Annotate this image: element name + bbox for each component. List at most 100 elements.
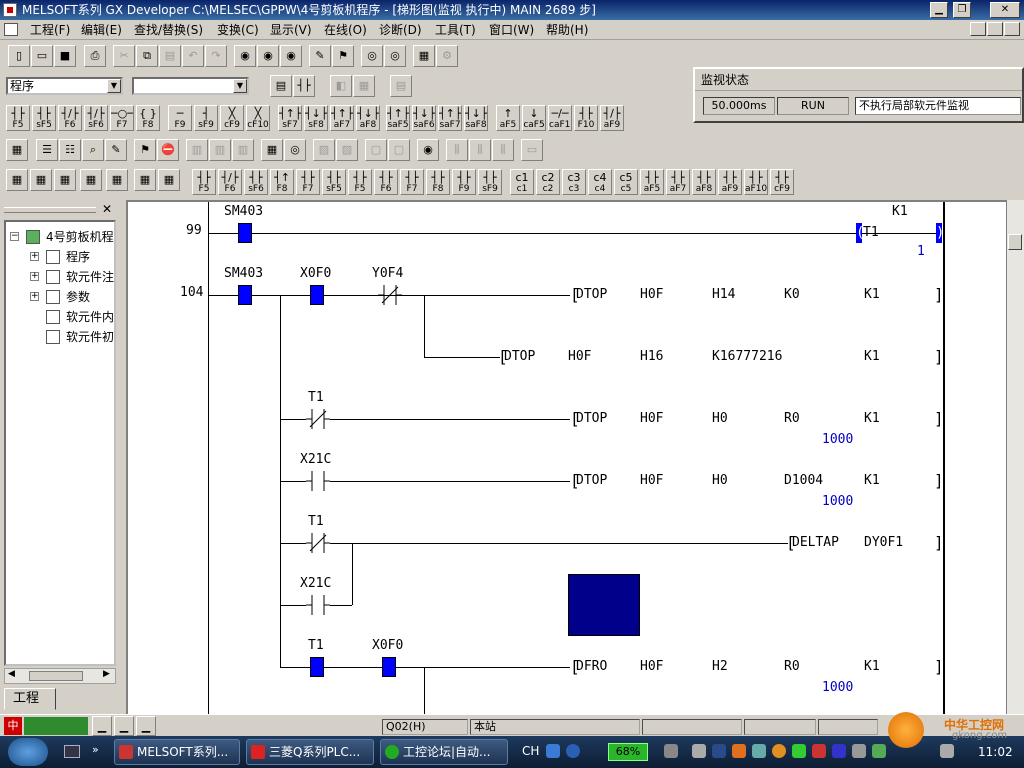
fkey-af9[interactable]: ┤├ aF9 <box>718 169 742 195</box>
ladder-view-icon[interactable]: ┤├ <box>293 75 315 97</box>
taskbar-item-melsoft[interactable]: MELSOFT系列... <box>114 739 240 765</box>
menu-online[interactable]: 在线(O) <box>324 22 367 38</box>
monitor-icon[interactable]: ◎ <box>361 45 383 67</box>
nc-contact-y0f4[interactable] <box>378 285 402 305</box>
fkey-f5[interactable]: ┤├ F5 <box>348 169 372 195</box>
menu-convert[interactable]: 变换(C) <box>217 22 259 38</box>
fkey-af5[interactable]: ↑ aF5 <box>496 105 520 131</box>
chevron-icon[interactable]: » <box>92 743 99 756</box>
fkey-af10[interactable]: ┤├ aF10 <box>744 169 768 195</box>
close-button[interactable]: ✕ <box>990 2 1020 18</box>
expand-icon[interactable]: + <box>30 252 39 261</box>
ime-icon[interactable]: 中 <box>4 717 22 735</box>
panel-close-icon[interactable]: ✕ <box>102 202 112 216</box>
fkey-cf10[interactable]: ╳ cF10 <box>246 105 270 131</box>
show-desktop-icon[interactable] <box>64 745 80 758</box>
tray-icon[interactable] <box>792 744 806 758</box>
tray-icon[interactable] <box>852 744 866 758</box>
tool-g-icon[interactable]: ▢ <box>388 139 410 161</box>
contact-sm403[interactable] <box>238 285 252 305</box>
fkey-saf8[interactable]: ┤↓├ saF8 <box>464 105 488 131</box>
instruction[interactable]: DELTAP <box>792 535 839 551</box>
menu-help[interactable]: 帮助(H) <box>546 22 588 38</box>
fkey-f5[interactable]: ┤├ F5 <box>6 105 30 131</box>
fkey-af7[interactable]: ┤├ aF7 <box>666 169 690 195</box>
monitor-zoom-icon[interactable]: ⌕ <box>82 139 104 161</box>
fkey-f7[interactable]: ┤├ F7 <box>400 169 424 195</box>
stop-icon[interactable]: ⛔ <box>157 139 179 161</box>
step-icon[interactable]: ◧ <box>330 75 352 97</box>
scroll-thumb[interactable] <box>1008 234 1022 250</box>
instruction[interactable]: DTOP <box>576 287 607 303</box>
fkey-sf8[interactable]: ┤↓├ sF8 <box>304 105 328 131</box>
list-mode-icon[interactable]: ☰ <box>36 139 58 161</box>
ime-bar[interactable] <box>24 717 88 735</box>
minimize-button[interactable]: ▁ <box>930 2 948 18</box>
expand-icon[interactable]: + <box>30 272 39 281</box>
fkey-f8[interactable]: ┤├ F8 <box>426 169 450 195</box>
fkey-saf7[interactable]: ┤↑├ saF7 <box>438 105 462 131</box>
fkey-af9[interactable]: ┤/├ aF9 <box>600 105 624 131</box>
tool-icon[interactable]: ▦ <box>158 169 180 191</box>
contact-x0f0[interactable] <box>310 285 324 305</box>
taskbar-item-pdf[interactable]: 三菱Q系列PLC... <box>246 739 374 765</box>
fkey-c4[interactable]: c4 c4 <box>588 169 612 195</box>
sfc-mode-icon[interactable]: ☷ <box>59 139 81 161</box>
fkey-f6[interactable]: ┤/├ F6 <box>58 105 82 131</box>
fkey-af8[interactable]: ┤↓├ aF8 <box>356 105 380 131</box>
fkey-saf6[interactable]: ┤↓├ saF6 <box>412 105 436 131</box>
language-indicator[interactable]: CH <box>522 744 539 758</box>
program-select[interactable]: 程序 ▼ <box>6 77 123 95</box>
fkey-af5[interactable]: ┤├ aF5 <box>640 169 664 195</box>
block-icon[interactable]: ▦ <box>353 75 375 97</box>
battery-meter[interactable]: 68% <box>608 743 648 761</box>
ime-button[interactable]: ▁ <box>92 716 112 736</box>
undo-icon[interactable]: ↶ <box>182 45 204 67</box>
fkey-caf5[interactable]: ↓ caF5 <box>522 105 546 131</box>
error-icon[interactable]: ▦ <box>54 169 76 191</box>
expand-icon[interactable]: + <box>30 292 39 301</box>
redo-icon[interactable]: ↷ <box>205 45 227 67</box>
scroll-thumb[interactable] <box>29 671 83 681</box>
contact-sm403[interactable] <box>238 223 252 243</box>
tool-j-icon[interactable]: ⫼ <box>492 139 514 161</box>
chevron-down-icon[interactable]: ▼ <box>107 79 121 93</box>
doc-icon[interactable] <box>4 23 18 36</box>
tool-a-icon[interactable]: ▥ <box>186 139 208 161</box>
fkey-af7[interactable]: ┤↑├ aF7 <box>330 105 354 131</box>
write-pc-icon[interactable]: ⚑ <box>332 45 354 67</box>
menu-find-replace[interactable]: 查找/替换(S) <box>134 22 203 38</box>
list-icon[interactable]: ▤ <box>390 75 412 97</box>
fkey-c5[interactable]: c5 c5 <box>614 169 638 195</box>
instruction[interactable]: DTOP <box>504 349 535 365</box>
child-minimize-button[interactable] <box>970 22 986 36</box>
fkey-sf6[interactable]: ┤├ sF6 <box>244 169 268 195</box>
menu-project[interactable]: 工程(F) <box>30 22 70 38</box>
tool-c-icon[interactable]: ▥ <box>232 139 254 161</box>
fkey-f6[interactable]: ┤├ F6 <box>374 169 398 195</box>
fkey-f5[interactable]: ┤├ F5 <box>192 169 216 195</box>
device-search-icon[interactable]: ◉ <box>234 45 256 67</box>
tray-icon[interactable] <box>664 744 678 758</box>
clock[interactable]: 11:02 <box>978 745 1013 759</box>
help-icon[interactable] <box>566 744 580 758</box>
tool-i-icon[interactable]: ⫼ <box>469 139 491 161</box>
volume-icon[interactable] <box>940 744 954 758</box>
copy-icon[interactable]: ⧉ <box>136 45 158 67</box>
tool-d-icon[interactable]: ▨ <box>313 139 335 161</box>
maximize-button[interactable]: ❐ <box>953 2 971 18</box>
ladder-mode-icon[interactable]: ▦ <box>6 139 28 161</box>
fkey-saf5[interactable]: ┤↑├ saF5 <box>386 105 410 131</box>
ladder-cursor[interactable] <box>568 574 640 636</box>
tray-icon[interactable] <box>872 744 886 758</box>
fkey-cf9[interactable]: ╳ cF9 <box>220 105 244 131</box>
replace-icon[interactable]: ◉ <box>280 45 302 67</box>
timer-coil[interactable]: T1 <box>863 225 879 241</box>
tray-icon[interactable] <box>752 744 766 758</box>
instruction[interactable]: DFRO <box>576 659 607 675</box>
tree-hscroll[interactable]: ◀ ▶ <box>4 668 116 684</box>
stack-icon[interactable]: ▦ <box>30 169 52 191</box>
fkey-c3[interactable]: c3 c3 <box>562 169 586 195</box>
cut-icon[interactable]: ✂ <box>113 45 135 67</box>
fkey-sf9[interactable]: ┤ sF9 <box>194 105 218 131</box>
